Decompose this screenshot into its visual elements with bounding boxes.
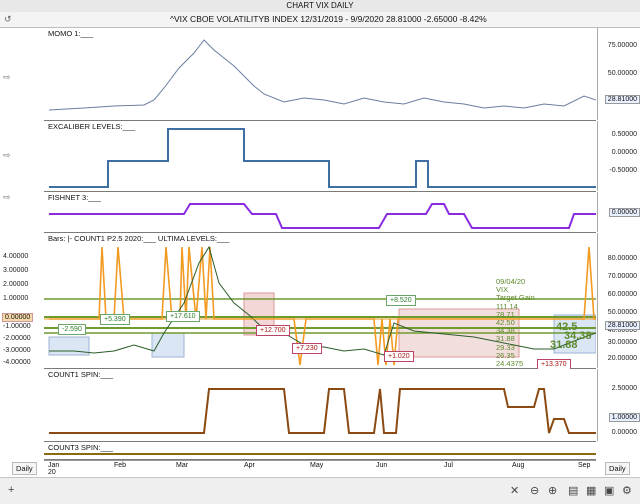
excaliber-tick: 0.50000 — [611, 131, 637, 138]
fishnet-current-badge: 0.00000 — [608, 208, 640, 217]
header-text: ^VIX CBOE VOLATILITYB INDEX 12/31/2019 -… — [170, 14, 487, 24]
callout-up: +17.610 — [166, 311, 200, 322]
collapse-arrow-icon[interactable]: ⇨ — [3, 192, 11, 203]
layout-icon[interactable]: ▤ — [568, 484, 578, 497]
bars-left-tick: -3.00000 — [3, 347, 31, 354]
excaliber-tick: 0.00000 — [611, 149, 637, 156]
callout-down: +7.230 — [292, 343, 322, 354]
bars-right-tick: 60.00000 — [607, 291, 637, 298]
bars-left-tick: -2.00000 — [3, 335, 31, 342]
bars-panel: Bars: |- COUNT1 P2.5 2020:___ ULTIMA LEV… — [44, 233, 597, 370]
count1-panel: COUNT1 SPIN:___ — [44, 369, 596, 442]
bottom-toolbar: + ✕ ⊖ ⊕ ▤ ▦ ▣ ⚙ — [0, 477, 640, 504]
zoom-out-icon[interactable]: ⊖ — [530, 484, 539, 497]
count1-current-badge: 1.00000 — [608, 413, 640, 422]
callout-up: -2.590 — [58, 324, 86, 335]
bars-right-tick: 80.00000 — [607, 255, 637, 262]
x-month: Jan — [48, 462, 60, 469]
momo-panel: MOMO 1:___ — [44, 28, 597, 121]
bars-left-tick: -4.00000 — [3, 359, 31, 366]
big-level-label: 31.88 — [550, 339, 578, 351]
x-month: Jun — [376, 462, 388, 469]
x-month: Feb — [114, 462, 127, 469]
x-axis: Jan 20 Feb Mar Apr May Jun Jul Aug Sep — [44, 460, 596, 477]
add-button[interactable]: + — [8, 484, 14, 496]
bars-left-axis: 4.00000 3.00000 2.00000 1.00000 0.00000 … — [0, 233, 44, 368]
count1-tick: 2.50000 — [611, 385, 637, 392]
bars-left-tick: 3.00000 — [3, 267, 29, 274]
excaliber-line — [49, 128, 596, 188]
excaliber-tick: -0.50000 — [609, 167, 637, 174]
fishnet-label: FISHNET 3:___ — [48, 193, 101, 202]
fishnet-line — [49, 203, 596, 229]
excaliber-chart — [49, 128, 596, 188]
fishnet-axis: 0.00000 — [597, 192, 640, 232]
bars-right-tick: 70.00000 — [607, 273, 637, 280]
x-month: May — [310, 462, 324, 469]
momo-line — [48, 39, 597, 111]
x-month: Apr — [244, 462, 255, 469]
excaliber-axis: 0.50000 0.00000 -0.50000 — [597, 121, 640, 191]
chart-header: ↺ ^VIX CBOE VOLATILITYB INDEX 12/31/2019… — [0, 12, 640, 28]
daily-interval-right[interactable]: Daily — [605, 462, 630, 475]
count1-axis: 2.50000 1.00000 0.00000 — [597, 369, 640, 441]
bars-left-tick: 1.00000 — [3, 295, 29, 302]
bars-right-tick: 30.00000 — [607, 339, 637, 346]
target-annotation: 09/04/20 VIX Target Gain 111.14 78.71 42… — [496, 277, 535, 369]
ann-line: 24.4375 — [496, 359, 524, 369]
momo-label: MOMO 1:___ — [48, 29, 94, 38]
close-icon[interactable]: ✕ — [510, 484, 519, 497]
bars-label: Bars: |- COUNT1 P2.5 2020:___ ULTIMA LEV… — [48, 234, 230, 243]
x-month: Mar — [176, 462, 189, 469]
x-month: Jul — [444, 462, 453, 469]
momo-current-badge: 28.81000 — [604, 95, 640, 104]
momo-chart — [48, 39, 597, 111]
excaliber-panel: EXCALIBER LEVELS:___ — [44, 121, 596, 192]
count1-label: COUNT1 SPIN:___ — [48, 370, 114, 379]
fishnet-chart — [49, 203, 596, 229]
bars-left-tick: 2.00000 — [3, 281, 29, 288]
callout-up: +8.520 — [386, 295, 416, 306]
count1-chart — [49, 388, 596, 434]
callout-up: +5.390 — [100, 314, 130, 325]
bars-left-tick: 4.00000 — [3, 253, 29, 260]
bars-zero-badge: 0.00000 — [2, 313, 34, 322]
grid-icon[interactable]: ▦ — [586, 484, 596, 497]
momo-axis: 75.00000 50.00000 28.81000 — [597, 28, 640, 120]
callout-down: +1.020 — [384, 351, 414, 362]
back-arrow-icon[interactable]: ↺ — [4, 12, 12, 27]
x-month: Sep — [578, 462, 591, 469]
bars-right-tick: 50.00000 — [607, 309, 637, 316]
settings-icon[interactable]: ⚙ — [622, 484, 632, 497]
bars-right-tick: 20.00000 — [607, 355, 637, 362]
fishnet-panel: FISHNET 3:___ — [44, 192, 596, 233]
momo-tick: 50.00000 — [607, 70, 637, 77]
count3-chart — [44, 453, 596, 455]
x-year: 20 — [48, 469, 56, 476]
bars-left-tick: -1.00000 — [3, 323, 31, 330]
callout-down: +12.700 — [256, 325, 290, 336]
count3-panel: COUNT3 SPIN:___ — [44, 442, 596, 460]
bars-right-axis: 80.00000 70.00000 60.00000 50.00000 40.0… — [597, 233, 640, 368]
excaliber-label: EXCALIBER LEVELS:___ — [48, 122, 136, 131]
bars-current-badge: 28.81000 — [604, 321, 640, 330]
x-month: Aug — [512, 462, 525, 469]
panel-icon[interactable]: ▣ — [604, 484, 614, 497]
count3-label: COUNT3 SPIN:___ — [48, 443, 114, 452]
daily-interval-left[interactable]: Daily — [12, 462, 37, 475]
zoom-in-icon[interactable]: ⊕ — [548, 484, 557, 497]
collapse-arrow-icon[interactable]: ⇨ — [3, 72, 11, 83]
count1-line — [49, 388, 596, 434]
momo-tick: 75.00000 — [607, 42, 637, 49]
collapse-arrow-icon[interactable]: ⇨ — [3, 150, 11, 161]
count1-tick: 0.00000 — [611, 429, 637, 436]
